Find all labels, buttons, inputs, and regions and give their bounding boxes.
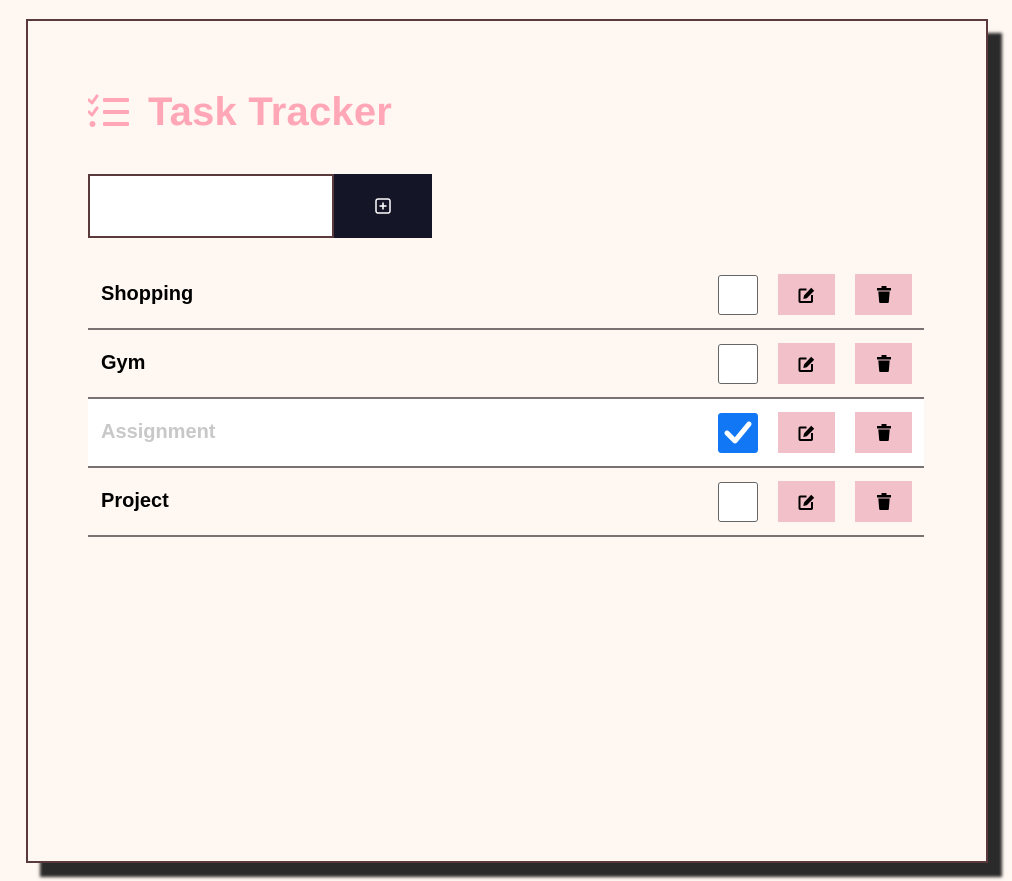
edit-task-button[interactable] [778, 274, 835, 315]
task-complete-checkbox[interactable] [718, 274, 758, 315]
delete-task-button[interactable] [855, 343, 912, 384]
task-complete-checkbox[interactable] [718, 343, 758, 384]
add-task-button[interactable] [334, 174, 432, 238]
edit-task-button[interactable] [778, 412, 835, 453]
delete-task-button[interactable] [855, 412, 912, 453]
task-row-3: Assignment [88, 399, 924, 468]
trash-icon [876, 424, 891, 441]
plus-square-icon [375, 198, 391, 214]
edit-icon [798, 425, 815, 441]
header: Task Tracker [88, 87, 392, 137]
task-complete-checkbox[interactable] [718, 481, 758, 522]
task-input[interactable] [88, 174, 334, 238]
list-check-icon [88, 94, 129, 127]
page-title: Task Tracker [148, 89, 393, 134]
task-list: Shopping Gym Assignment Project [88, 261, 924, 537]
task-label: Assignment [101, 421, 216, 443]
add-task-form [88, 174, 432, 238]
task-tracker-card: Task Tracker Shopping Gym Assignment Pro… [26, 19, 988, 863]
task-row-2: Gym [88, 330, 924, 399]
edit-task-button[interactable] [778, 343, 835, 384]
task-label: Gym [101, 352, 146, 374]
edit-icon [798, 494, 815, 510]
delete-task-button[interactable] [855, 274, 912, 315]
trash-icon [876, 355, 891, 372]
task-label: Project [101, 490, 169, 512]
task-label: Shopping [101, 283, 194, 305]
edit-icon [798, 287, 815, 303]
edit-task-button[interactable] [778, 481, 835, 522]
delete-task-button[interactable] [855, 481, 912, 522]
trash-icon [876, 286, 891, 303]
edit-icon [798, 356, 815, 372]
trash-icon [876, 493, 891, 510]
task-row-4: Project [88, 468, 924, 537]
task-row-1: Shopping [88, 261, 924, 330]
checkmark-icon [724, 421, 752, 443]
task-complete-checkbox[interactable] [718, 412, 758, 453]
